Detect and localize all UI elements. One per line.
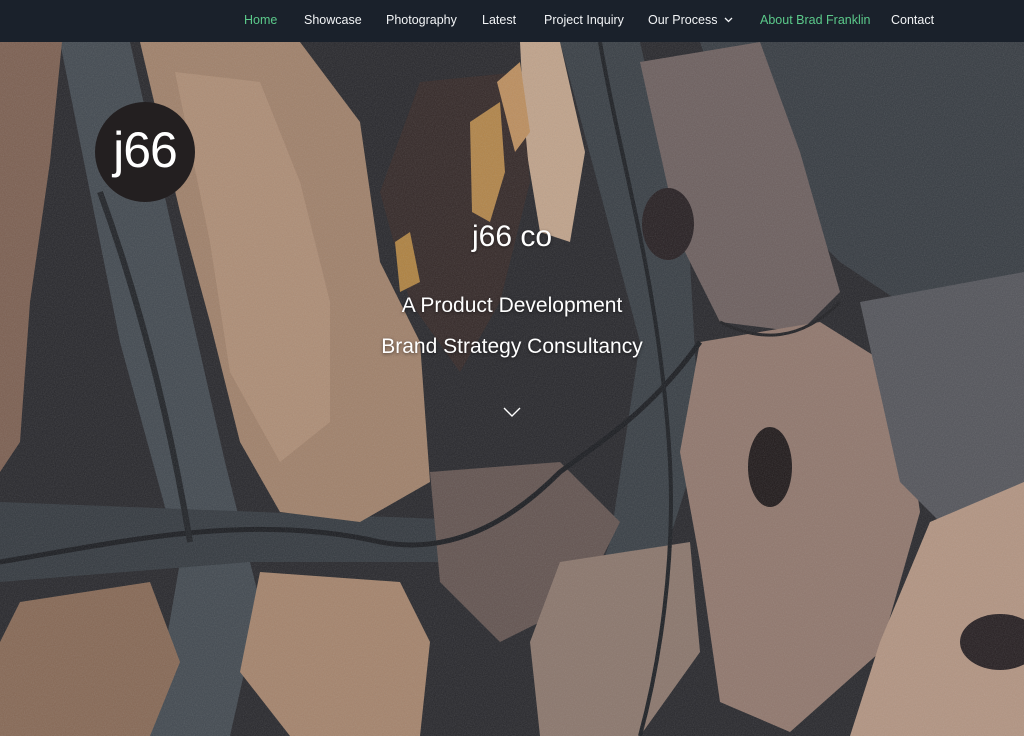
- hero-section: j66: [0, 42, 1024, 736]
- nav-link-photography[interactable]: Photography: [386, 0, 457, 42]
- nav-link-contact[interactable]: Contact: [891, 0, 934, 42]
- hero-tagline-line-1: A Product Development: [401, 294, 623, 317]
- nav-link-showcase[interactable]: Showcase: [304, 0, 362, 42]
- nav-link-about-brad-franklin[interactable]: About Brad Franklin: [760, 0, 870, 42]
- hero-tagline-line-2: Brand Strategy Consultancy: [381, 335, 643, 358]
- hero-title: j66 co: [471, 220, 553, 253]
- nav-link-home[interactable]: Home: [244, 0, 277, 42]
- nav-link-project-inquiry[interactable]: Project Inquiry: [544, 0, 624, 42]
- logo-text: j66: [113, 122, 178, 178]
- chevron-down-icon: [724, 0, 733, 40]
- top-navigation: Home Showcase Photography Latest Project…: [0, 0, 1024, 42]
- scroll-down-chevron-icon[interactable]: [502, 405, 522, 419]
- nav-link-our-process-label: Our Process: [648, 13, 718, 27]
- nav-link-our-process[interactable]: Our Process: [648, 0, 733, 42]
- j66-logo[interactable]: j66: [95, 102, 195, 202]
- nav-link-latest[interactable]: Latest: [482, 0, 516, 42]
